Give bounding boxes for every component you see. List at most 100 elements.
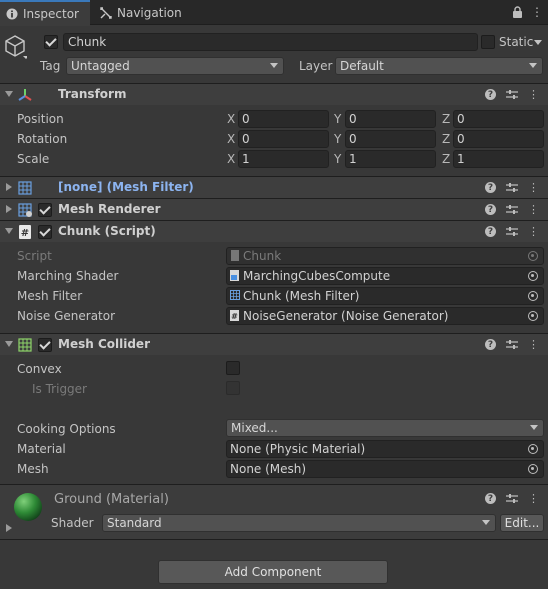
mesh-label: Mesh <box>17 462 49 476</box>
more-options-icon[interactable]: ⋮ <box>527 202 540 217</box>
script-icon: # <box>18 225 32 239</box>
presets-icon[interactable] <box>505 491 518 506</box>
marching-shader-value: MarchingCubesCompute <box>243 269 391 283</box>
layer-dropdown[interactable]: Default <box>335 57 543 75</box>
material-title: Ground (Material) <box>54 492 169 507</box>
more-options-icon[interactable]: ⋮ <box>527 180 540 195</box>
axis-x-label[interactable]: X <box>227 132 235 146</box>
mesh-filter-icon <box>230 289 240 300</box>
foldout-open-icon[interactable] <box>5 341 13 347</box>
axis-z-label[interactable]: Z <box>442 152 450 166</box>
marching-shader-field[interactable]: MarchingCubesCompute <box>226 267 544 285</box>
more-options-icon[interactable]: ⋮ <box>527 224 540 239</box>
presets-icon[interactable] <box>505 224 518 239</box>
foldout-closed-icon[interactable] <box>6 205 12 213</box>
shader-label: Shader <box>51 516 94 530</box>
static-dropdown-icon[interactable] <box>534 40 542 45</box>
object-picker-icon[interactable] <box>528 464 538 474</box>
shader-dropdown[interactable]: Standard <box>102 514 496 532</box>
presets-icon[interactable] <box>505 87 518 102</box>
noise-generator-field[interactable]: # NoiseGenerator (Noise Generator) <box>226 307 544 325</box>
material-sphere-icon <box>13 492 43 525</box>
chevron-down-icon <box>270 63 278 68</box>
cooking-options-dropdown[interactable]: Mixed... <box>226 419 544 437</box>
position-x-field[interactable]: 0 <box>238 110 329 128</box>
presets-icon[interactable] <box>505 337 518 352</box>
static-label[interactable]: Static <box>499 35 533 49</box>
more-options-icon[interactable]: ⋮ <box>527 337 540 352</box>
mesh-filter-field[interactable]: Chunk (Mesh Filter) <box>226 287 544 305</box>
object-picker-icon[interactable] <box>528 271 538 281</box>
axis-y-label[interactable]: Y <box>334 112 341 126</box>
cooking-options-label: Cooking Options <box>17 422 116 436</box>
tag-label: Tag <box>40 59 61 73</box>
position-y-field[interactable]: 0 <box>345 110 436 128</box>
physic-material-field[interactable]: None (Physic Material) <box>226 440 544 458</box>
axis-z-label[interactable]: Z <box>442 112 450 126</box>
mesh-filter-header[interactable]: [none] (Mesh Filter) ? ⋮ <box>0 176 548 198</box>
foldout-closed-icon[interactable] <box>6 183 12 191</box>
rotation-y-field[interactable]: 0 <box>345 130 436 148</box>
svg-text:#: # <box>21 228 29 239</box>
tag-dropdown[interactable]: Untagged <box>66 57 284 75</box>
presets-icon[interactable] <box>505 202 518 217</box>
chunk-script-title: Chunk (Script) <box>58 224 156 238</box>
axis-x-label[interactable]: X <box>227 152 235 166</box>
edit-shader-button[interactable]: Edit... <box>500 514 544 532</box>
chunk-script-enabled-checkbox[interactable] <box>38 225 52 239</box>
noise-generator-label: Noise Generator <box>17 309 116 323</box>
more-options-icon[interactable]: ⋮ <box>527 87 540 102</box>
script-value: Chunk <box>243 249 282 263</box>
help-icon[interactable]: ? <box>485 493 496 504</box>
cooking-options-value: Mixed... <box>231 421 278 435</box>
mesh-collider-icon <box>18 338 32 352</box>
foldout-closed-icon[interactable] <box>6 524 12 532</box>
rotation-label: Rotation <box>17 132 68 146</box>
help-icon[interactable]: ? <box>485 89 496 100</box>
position-z-field[interactable]: 0 <box>453 110 544 128</box>
foldout-open-icon[interactable] <box>5 91 13 97</box>
gameobject-cube-icon[interactable] <box>5 35 29 62</box>
scale-x-field[interactable]: 1 <box>238 150 329 168</box>
object-picker-icon[interactable] <box>528 444 538 454</box>
lock-icon[interactable] <box>512 6 523 21</box>
axis-x-label[interactable]: X <box>227 112 235 126</box>
mesh-renderer-enabled-checkbox[interactable] <box>38 203 52 217</box>
rotation-x-field[interactable]: 0 <box>238 130 329 148</box>
mesh-field[interactable]: None (Mesh) <box>226 460 544 478</box>
foldout-open-icon[interactable] <box>5 228 13 234</box>
chevron-down-icon <box>530 425 538 430</box>
mesh-renderer-header[interactable]: Mesh Renderer ? ⋮ <box>0 198 548 220</box>
axis-z-label[interactable]: Z <box>442 132 450 146</box>
object-picker-icon[interactable] <box>528 291 538 301</box>
object-picker-icon <box>528 251 538 261</box>
tab-inspector[interactable]: Inspector <box>0 0 90 26</box>
active-checkbox[interactable] <box>44 35 58 49</box>
is-trigger-checkbox <box>226 381 240 395</box>
help-icon[interactable]: ? <box>485 339 496 350</box>
mesh-filter-field-label: Mesh Filter <box>17 289 83 303</box>
axis-y-label[interactable]: Y <box>334 152 341 166</box>
chunk-script-header[interactable]: # Chunk (Script) ? ⋮ <box>0 220 548 242</box>
more-options-icon[interactable]: ⋮ <box>531 5 543 19</box>
scale-z-field[interactable]: 1 <box>453 150 544 168</box>
scale-y-field[interactable]: 1 <box>345 150 436 168</box>
axis-y-label[interactable]: Y <box>334 132 341 146</box>
help-icon[interactable]: ? <box>485 204 496 215</box>
tab-navigation[interactable]: Navigation <box>94 0 204 25</box>
presets-icon[interactable] <box>505 180 518 195</box>
object-picker-icon[interactable] <box>528 311 538 321</box>
help-icon[interactable]: ? <box>485 182 496 193</box>
mesh-collider-header[interactable]: Mesh Collider ? ⋮ <box>0 333 548 355</box>
mesh-collider-enabled-checkbox[interactable] <box>38 338 52 352</box>
add-component-button[interactable]: Add Component <box>158 560 388 584</box>
tab-navigation-label: Navigation <box>117 5 182 20</box>
static-checkbox[interactable] <box>481 35 495 49</box>
object-name-field[interactable]: Chunk <box>63 33 478 51</box>
convex-checkbox[interactable] <box>226 361 240 375</box>
script-file-icon <box>230 249 240 261</box>
more-options-icon[interactable]: ⋮ <box>527 491 540 506</box>
help-icon[interactable]: ? <box>485 226 496 237</box>
transform-header[interactable]: Transform ? ⋮ <box>0 83 548 105</box>
rotation-z-field[interactable]: 0 <box>453 130 544 148</box>
